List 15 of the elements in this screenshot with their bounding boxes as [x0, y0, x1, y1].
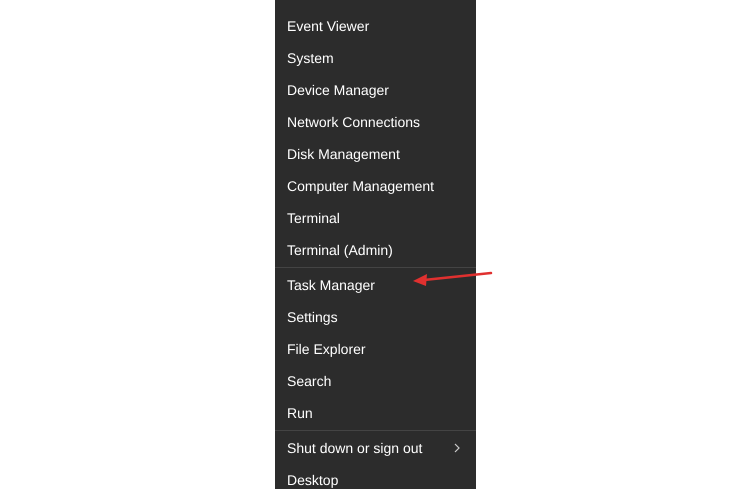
menu-item[interactable]: Search: [275, 365, 476, 397]
menu-item[interactable]: Disk Management: [275, 138, 476, 170]
menu-item[interactable]: Task Manager: [275, 269, 476, 301]
menu-item[interactable]: Settings: [275, 301, 476, 333]
menu-item[interactable]: Run: [275, 397, 476, 429]
menu-item[interactable]: Computer Management: [275, 170, 476, 202]
menu-item[interactable]: Shut down or sign out: [275, 432, 476, 464]
menu-item[interactable]: Event Viewer: [275, 10, 476, 42]
menu-item[interactable]: System: [275, 42, 476, 74]
menu-item[interactable]: Network Connections: [275, 106, 476, 138]
menu-item[interactable]: Desktop: [275, 464, 476, 489]
menu-item[interactable]: File Explorer: [275, 333, 476, 365]
menu-item[interactable]: Terminal: [275, 202, 476, 234]
menu-item[interactable]: Terminal (Admin): [275, 234, 476, 266]
menu-item[interactable]: Device Manager: [275, 74, 476, 106]
